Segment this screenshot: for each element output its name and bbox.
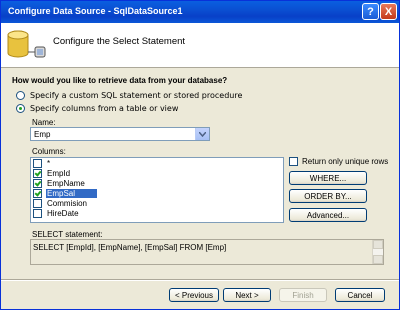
table-name-value: Emp bbox=[34, 130, 51, 139]
columns-label: Columns: bbox=[32, 147, 66, 156]
column-name: EmpId bbox=[47, 168, 71, 178]
next-button[interactable]: Next > bbox=[223, 288, 271, 302]
statement-scrollbar[interactable] bbox=[372, 240, 383, 264]
column-name: EmpName bbox=[47, 178, 85, 188]
column-item[interactable]: * bbox=[31, 158, 283, 168]
retrieve-question: How would you like to retrieve data from… bbox=[12, 76, 228, 85]
option-table-view[interactable]: Specify columns from a table or view bbox=[16, 104, 178, 113]
unique-rows-checkbox[interactable] bbox=[289, 157, 298, 166]
cancel-button[interactable]: Cancel bbox=[335, 288, 385, 302]
select-statement-label: SELECT statement: bbox=[32, 230, 103, 239]
columns-list[interactable]: * EmpId EmpName EmpSal Commision HireDat… bbox=[30, 157, 284, 223]
where-button[interactable]: WHERE... bbox=[289, 171, 367, 185]
option-custom-sql[interactable]: Specify a custom SQL statement or stored… bbox=[16, 91, 242, 100]
column-checkbox[interactable] bbox=[33, 178, 42, 188]
close-button[interactable]: X bbox=[380, 3, 397, 20]
column-checkbox[interactable] bbox=[33, 198, 42, 208]
previous-button[interactable]: < Previous bbox=[169, 288, 219, 302]
table-view-radio[interactable] bbox=[16, 104, 25, 113]
advanced-button[interactable]: Advanced... bbox=[289, 208, 367, 222]
column-name: HireDate bbox=[47, 208, 79, 218]
wizard-header: Configure the Select Statement bbox=[1, 23, 399, 68]
table-name-dropdown[interactable]: Emp bbox=[30, 127, 210, 141]
name-label: Name: bbox=[32, 118, 56, 127]
column-name: Commision bbox=[47, 198, 88, 208]
select-statement-text: SELECT [EmpId], [EmpName], [EmpSal] FROM… bbox=[33, 243, 227, 252]
column-item[interactable]: EmpSal bbox=[31, 188, 283, 198]
column-name: EmpSal bbox=[46, 188, 98, 198]
help-button[interactable]: ? bbox=[362, 3, 379, 20]
column-item[interactable]: EmpId bbox=[31, 168, 283, 178]
scroll-down-icon[interactable] bbox=[373, 255, 383, 264]
unique-rows-label: Return only unique rows bbox=[302, 157, 389, 166]
column-item[interactable]: Commision bbox=[31, 198, 283, 208]
column-checkbox[interactable] bbox=[33, 158, 42, 168]
finish-button[interactable]: Finish bbox=[279, 288, 327, 302]
unique-rows-option[interactable]: Return only unique rows bbox=[289, 157, 388, 166]
page-title: Configure the Select Statement bbox=[53, 36, 186, 47]
scroll-up-icon[interactable] bbox=[373, 240, 383, 249]
database-icon bbox=[7, 30, 46, 58]
custom-sql-radio[interactable] bbox=[16, 91, 25, 100]
window-title: Configure Data Source - SqlDataSource1 bbox=[8, 6, 183, 16]
table-view-label: Specify columns from a table or view bbox=[30, 104, 179, 113]
custom-sql-label: Specify a custom SQL statement or stored… bbox=[30, 91, 243, 100]
column-checkbox[interactable] bbox=[33, 168, 42, 178]
select-statement-box[interactable]: SELECT [EmpId], [EmpName], [EmpSal] FROM… bbox=[30, 239, 384, 265]
order-by-button[interactable]: ORDER BY... bbox=[289, 189, 367, 203]
column-item[interactable]: HireDate bbox=[31, 208, 283, 218]
chevron-down-icon[interactable] bbox=[195, 128, 209, 140]
column-item[interactable]: EmpName bbox=[31, 178, 283, 188]
column-checkbox[interactable] bbox=[33, 208, 42, 218]
column-checkbox[interactable] bbox=[33, 188, 42, 198]
footer-divider bbox=[1, 279, 399, 281]
dialog-window: Configure Data Source - SqlDataSource1 ?… bbox=[0, 0, 400, 310]
title-bar[interactable]: Configure Data Source - SqlDataSource1 ?… bbox=[1, 1, 399, 23]
column-name: * bbox=[47, 158, 51, 168]
